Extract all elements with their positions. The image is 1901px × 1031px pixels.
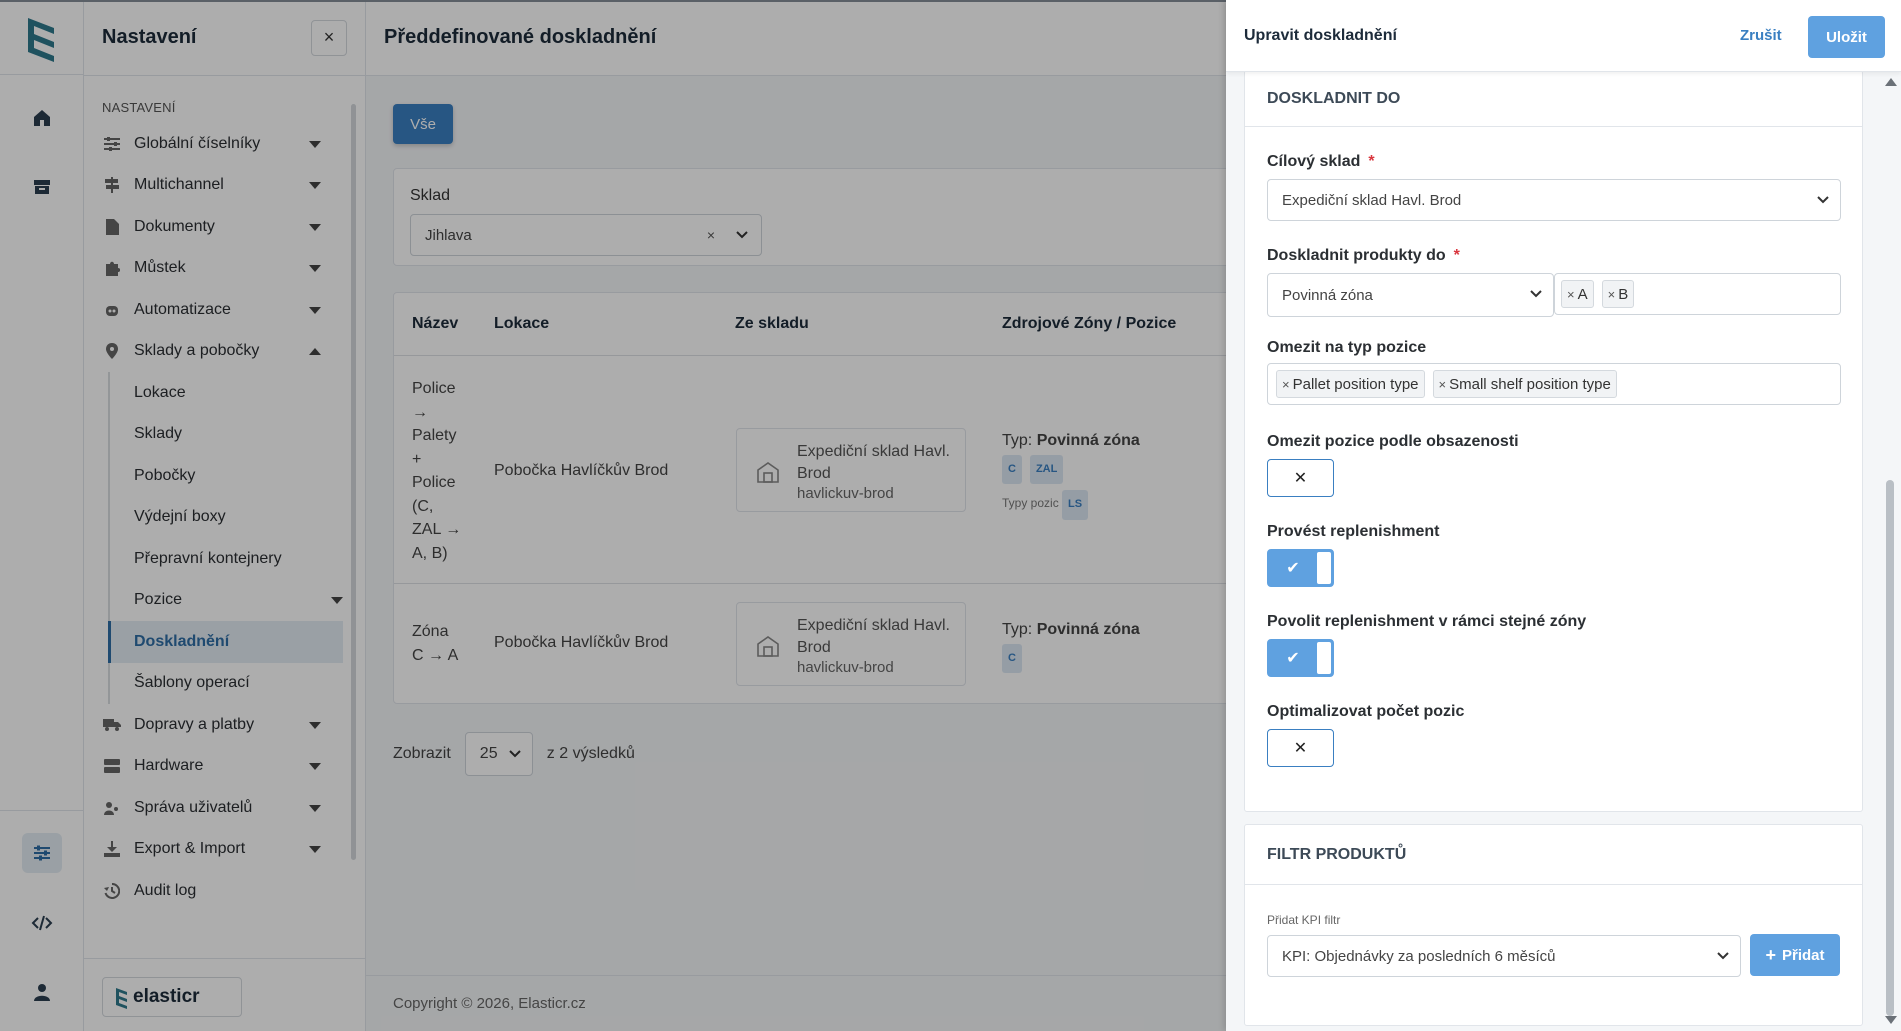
position-type-multiselect[interactable]: × Pallet position type × Small shelf posit… <box>1267 363 1841 405</box>
replenishment-toggle[interactable]: ✔ <box>1267 549 1334 587</box>
kpi-filter-label: Přidat KPI filtr <box>1267 913 1341 927</box>
chevron-down-icon <box>1717 952 1729 960</box>
optimize-toggle[interactable]: ✕ <box>1267 729 1334 767</box>
close-icon: ✕ <box>1293 740 1308 757</box>
panel-header: Upravit doskladnění Zrušit Uložit <box>1226 0 1901 72</box>
field-label: Omezit na typ pozice <box>1267 339 1427 356</box>
modal-backdrop[interactable] <box>0 0 1226 1031</box>
field-label: Provést replenishment <box>1267 523 1440 540</box>
target-section: DOSKLADNIT DO Cílový sklad * Expediční sk… <box>1244 70 1863 812</box>
target-warehouse-select[interactable]: Expediční sklad Havl. Brod <box>1267 179 1841 221</box>
products-mode-select[interactable]: Povinná zóna <box>1267 273 1554 317</box>
position-type-pill[interactable]: × Small shelf position type <box>1432 370 1617 398</box>
field-label: Omezit pozice podle obsazenosti <box>1267 433 1519 450</box>
occupancy-toggle[interactable]: ✕ <box>1267 459 1334 497</box>
save-button[interactable]: Uložit <box>1808 16 1885 58</box>
panel-scrollbar[interactable] <box>1881 72 1901 1031</box>
zones-multiselect[interactable]: × A × B <box>1554 273 1841 315</box>
field-label: Cílový sklad * <box>1267 153 1375 170</box>
close-icon: ✕ <box>1293 470 1308 487</box>
zone-pill[interactable]: × B <box>1601 280 1635 308</box>
edit-panel: DOSKLADNIT DO Cílový sklad * Expediční sk… <box>1226 0 1901 1031</box>
check-icon: ✔ <box>1286 650 1300 667</box>
field-label: Povolit replenishment v rámci stejné zón… <box>1267 613 1587 630</box>
same-zone-toggle[interactable]: ✔ <box>1267 639 1334 677</box>
kpi-filter-select[interactable]: KPI: Objednávky za posledních 6 měsíců <box>1267 935 1741 977</box>
chevron-down-icon <box>1817 196 1829 204</box>
add-kpi-button[interactable]: + Přidat <box>1750 934 1840 976</box>
check-icon: ✔ <box>1286 560 1300 577</box>
chevron-down-icon <box>1530 290 1542 298</box>
zone-pill[interactable]: × A <box>1561 280 1594 308</box>
panel-title: Upravit doskladnění <box>1244 27 1397 44</box>
product-filter-section: FILTR PRODUKTŮ Přidat KPI filtr KPI: Obj… <box>1244 824 1863 1026</box>
cancel-button[interactable]: Zrušit <box>1740 27 1782 44</box>
section-title: DOSKLADNIT DO <box>1245 71 1862 127</box>
section-title: FILTR PRODUKTŮ <box>1245 825 1862 885</box>
position-type-pill[interactable]: × Pallet position type <box>1276 370 1425 398</box>
field-label: Optimalizovat počet pozic <box>1267 703 1465 720</box>
plus-icon: + <box>1765 944 1776 965</box>
field-label: Doskladnit produkty do * <box>1267 247 1460 264</box>
